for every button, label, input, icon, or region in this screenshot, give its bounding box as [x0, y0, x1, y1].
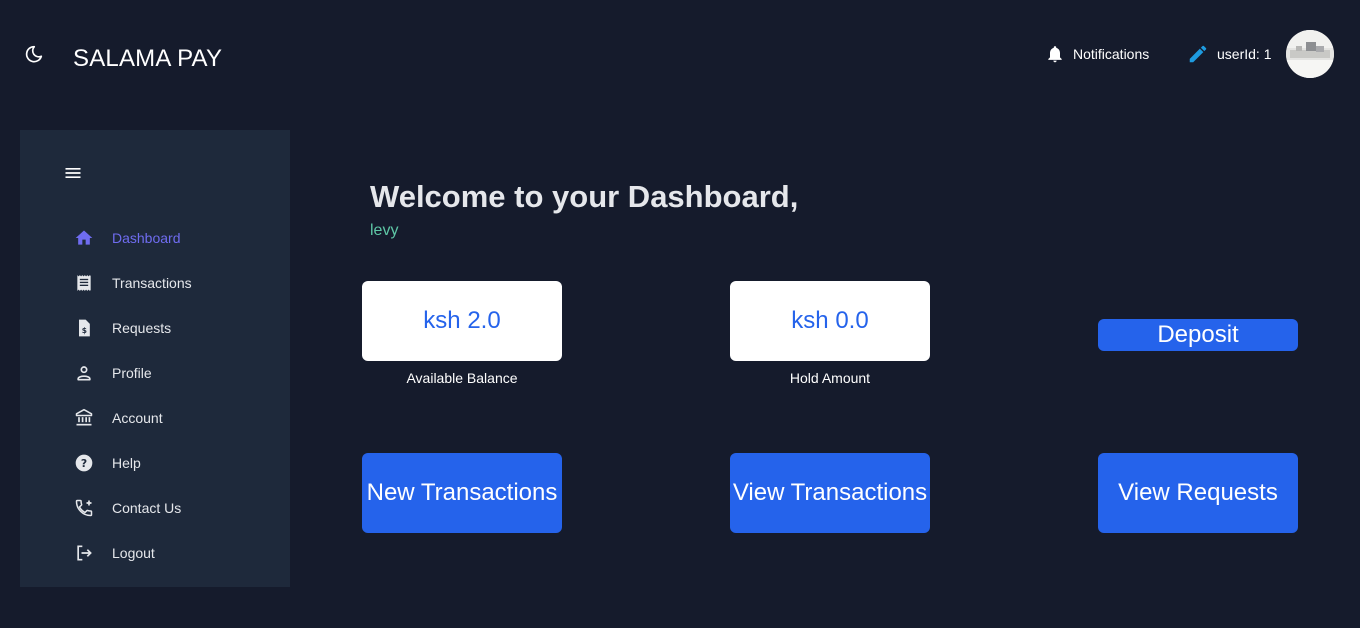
sidebar-item-profile[interactable]: Profile	[74, 361, 152, 385]
pencil-icon	[1189, 45, 1207, 63]
request-money-icon: $	[79, 319, 90, 337]
sidebar: Dashboard Transactions $ Requests Profil…	[20, 130, 290, 587]
avatar[interactable]	[1286, 30, 1334, 78]
view-transactions-button[interactable]: View Transactions	[730, 453, 930, 533]
hold-amount-card: ksh 0.0	[730, 281, 930, 361]
sidebar-item-requests[interactable]: $ Requests	[74, 316, 171, 340]
hamburger-icon	[65, 168, 81, 178]
sidebar-item-logout[interactable]: Logout	[74, 541, 155, 565]
available-balance-label: Available Balance	[406, 370, 518, 386]
hold-amount-label: Hold Amount	[789, 370, 871, 386]
sidebar-item-label: Profile	[112, 365, 152, 381]
user-id-button[interactable]: userId: 1	[1187, 43, 1271, 65]
sidebar-item-account[interactable]: Account	[74, 406, 163, 430]
deposit-button[interactable]: Deposit	[1098, 319, 1298, 351]
bank-icon	[75, 408, 93, 426]
username: levy	[370, 222, 399, 239]
svg-text:$: $	[82, 326, 87, 335]
home-icon	[75, 230, 93, 245]
moon-icon	[25, 45, 43, 63]
logout-icon	[77, 545, 92, 561]
view-requests-button[interactable]: View Requests	[1098, 453, 1298, 533]
sidebar-item-label: Requests	[112, 320, 172, 336]
sidebar-item-dashboard[interactable]: Dashboard	[74, 226, 181, 250]
help-icon: ?	[75, 454, 93, 472]
sidebar-item-label: Logout	[112, 545, 155, 561]
available-balance-card: ksh 2.0	[362, 281, 562, 361]
notifications-label: Notifications	[1073, 46, 1150, 62]
app-title: SALAMA PAY	[73, 45, 223, 72]
phone-add-icon	[75, 499, 93, 517]
sidebar-item-label: Dashboard	[112, 230, 181, 246]
sidebar-item-contact-us[interactable]: Contact Us	[74, 496, 181, 520]
sidebar-item-label: Contact Us	[112, 500, 182, 516]
person-icon	[77, 366, 91, 381]
new-transactions-button[interactable]: New Transactions	[362, 453, 562, 533]
bell-icon	[1048, 46, 1062, 63]
sidebar-item-label: Account	[112, 410, 163, 426]
sidebar-item-label: Help	[112, 455, 141, 471]
sidebar-item-label: Transactions	[112, 275, 192, 291]
sidebar-item-help[interactable]: ? Help	[74, 451, 141, 475]
menu-toggle-button[interactable]	[63, 163, 83, 183]
user-id-label: userId: 1	[1217, 46, 1272, 62]
theme-toggle-button[interactable]	[24, 44, 44, 64]
receipt-icon	[77, 275, 91, 291]
user-avatar-image	[1286, 30, 1334, 78]
notifications-button[interactable]: Notifications	[1045, 43, 1149, 65]
svg-text:?: ?	[81, 457, 87, 470]
welcome-heading: Welcome to your Dashboard,	[370, 179, 799, 214]
sidebar-item-transactions[interactable]: Transactions	[74, 271, 192, 295]
